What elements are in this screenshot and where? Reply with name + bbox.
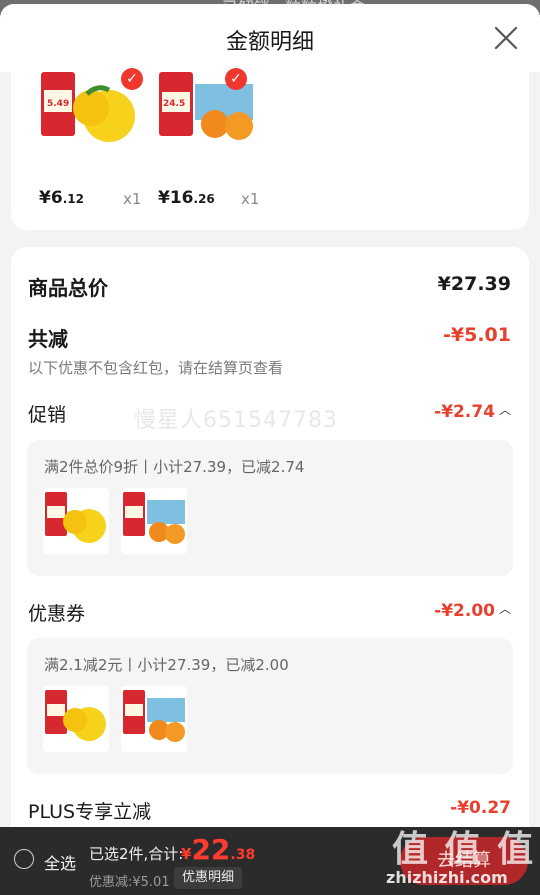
total-reduce-value: -¥5.01 — [443, 324, 511, 346]
item-quantity: x1 — [241, 190, 260, 208]
lemon-thumbnail — [43, 686, 109, 752]
goods-total-value: ¥27.39 — [437, 273, 511, 295]
sheet-title: 金额明细 — [225, 30, 314, 55]
site-watermark-logo: 值 值 值 — [392, 829, 536, 870]
promo-value: -¥2.74 — [434, 402, 495, 422]
amount-detail-sheet: 金额明细 5.49 ✓ ¥6.12 x1 24.5 ✓ ¥16.26 x1 商品… — [0, 4, 540, 827]
goods-total-label: 商品总价 — [28, 276, 108, 300]
selected-count-text: 已选2件,合计: — [89, 845, 184, 863]
total-price: ¥22.38 — [181, 833, 256, 866]
selected-check-icon: ✓ — [225, 68, 247, 90]
product-list-card: 5.49 ✓ ¥6.12 x1 24.5 ✓ ¥16.26 x1 — [11, 62, 529, 230]
coupon-detail-panel: 满2.1减2元丨小计27.39，已减2.00 — [27, 638, 513, 774]
discount-detail-button[interactable]: 优惠明细 — [174, 867, 242, 889]
promo-detail-panel: 满2件总价9折丨小计27.39，已减2.74 — [27, 440, 513, 576]
coupon-detail-text: 满2.1减2元丨小计27.39，已减2.00 — [44, 656, 289, 674]
chevron-up-icon: ︿ — [498, 602, 511, 616]
coupon-label: 优惠券 — [28, 603, 86, 625]
svg-text:5.49: 5.49 — [47, 99, 69, 109]
orange-box-thumbnail — [121, 488, 187, 554]
selected-check-icon: ✓ — [121, 68, 143, 90]
svg-text:24.5: 24.5 — [163, 99, 185, 109]
coupon-toggle[interactable]: -¥2.00 ︿ — [434, 600, 511, 621]
lemon-thumbnail — [43, 488, 109, 554]
price-summary-card: 商品总价 ¥27.39 共减 -¥5.01 以下优惠不包含红包，请在结算页查看 … — [11, 247, 529, 827]
discount-summary: 优惠减:¥5.01 — [89, 875, 170, 890]
select-all-checkbox[interactable] — [14, 849, 34, 869]
item-price: ¥16.26 — [158, 188, 215, 208]
item-quantity: x1 — [123, 190, 142, 208]
user-watermark: 慢星人651547783 — [134, 408, 338, 433]
plus-label: PLUS专享立减 — [28, 801, 152, 823]
coupon-value: -¥2.00 — [434, 601, 495, 621]
close-icon[interactable] — [492, 24, 520, 52]
select-all-label[interactable]: 全选 — [44, 850, 76, 874]
promo-detail-text: 满2件总价9折丨小计27.39，已减2.74 — [44, 458, 305, 476]
promo-toggle[interactable]: -¥2.74 ︿ — [434, 401, 511, 422]
orange-box-thumbnail — [121, 686, 187, 752]
item-price: ¥6.12 — [39, 188, 84, 208]
discount-note: 以下优惠不包含红包，请在结算页查看 — [28, 359, 284, 377]
plus-value: -¥0.27 — [450, 798, 511, 818]
total-reduce-label: 共减 — [28, 327, 68, 351]
chevron-up-icon: ︿ — [498, 403, 511, 417]
site-watermark-url: zhizhizhi.com — [386, 868, 508, 887]
promo-label: 促销 — [28, 404, 67, 426]
